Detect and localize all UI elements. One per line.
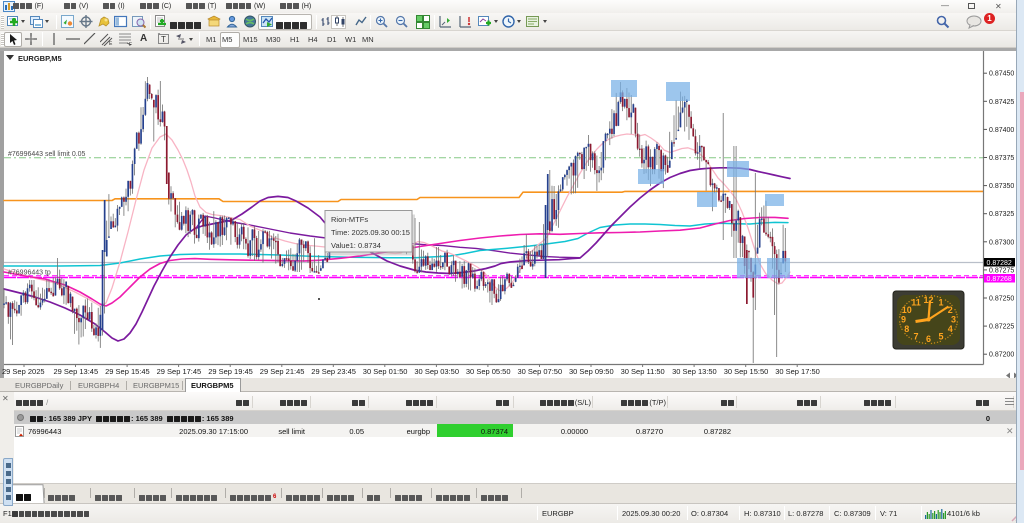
svg-text:12: 12	[923, 295, 933, 305]
svg-text:Rion-MTFs: Rion-MTFs	[331, 215, 368, 224]
svg-text:0.87375: 0.87375	[989, 155, 1014, 162]
svg-text:F: F	[129, 42, 132, 46]
svg-text:0.87282: 0.87282	[987, 260, 1012, 267]
svg-text:29 Sep 17:45: 29 Sep 17:45	[157, 367, 202, 376]
svg-text:30 Sep 01:50: 30 Sep 01:50	[363, 367, 408, 376]
svg-text:0.87400: 0.87400	[989, 127, 1014, 134]
svg-text:0.87225: 0.87225	[989, 324, 1014, 331]
svg-text:Value1: 0.8734: Value1: 0.8734	[331, 241, 381, 250]
svg-text:3: 3	[951, 315, 956, 325]
svg-text:T: T	[161, 35, 166, 44]
svg-text:0.87300: 0.87300	[989, 239, 1014, 246]
svg-text:29 Sep 21:45: 29 Sep 21:45	[260, 367, 305, 376]
svg-text:Time: 2025.09.30 00:15: Time: 2025.09.30 00:15	[331, 228, 410, 237]
svg-text:0.87250: 0.87250	[989, 296, 1014, 303]
svg-text:0.87350: 0.87350	[989, 183, 1014, 190]
svg-text:29 Sep 2025: 29 Sep 2025	[2, 367, 45, 376]
svg-text:8: 8	[904, 324, 909, 334]
svg-text:29 Sep 23:45: 29 Sep 23:45	[311, 367, 356, 376]
svg-text:#76996443 tp: #76996443 tp	[8, 270, 51, 277]
svg-text:29 Sep 13:45: 29 Sep 13:45	[54, 367, 99, 376]
svg-text:5: 5	[938, 331, 943, 341]
svg-text:30 Sep 03:50: 30 Sep 03:50	[414, 367, 459, 376]
svg-text:2: 2	[948, 305, 953, 315]
svg-text:30 Sep 05:50: 30 Sep 05:50	[466, 367, 511, 376]
svg-text:0.87325: 0.87325	[989, 211, 1014, 218]
svg-text:29 Sep 19:45: 29 Sep 19:45	[208, 367, 253, 376]
svg-text:30 Sep 17:50: 30 Sep 17:50	[775, 367, 820, 376]
svg-text:29 Sep 15:45: 29 Sep 15:45	[105, 367, 150, 376]
svg-text:6: 6	[926, 334, 931, 344]
svg-text:1: 1	[938, 298, 943, 308]
svg-text:0.87450: 0.87450	[989, 71, 1014, 78]
svg-text:#76996443 sell limit 0.05: #76996443 sell limit 0.05	[8, 151, 86, 158]
svg-text:11: 11	[911, 298, 921, 308]
svg-text:EURGBP,M5: EURGBP,M5	[18, 54, 62, 63]
svg-text:30 Sep 07:50: 30 Sep 07:50	[518, 367, 563, 376]
svg-text:4: 4	[948, 324, 953, 334]
svg-text:30 Sep 11:50: 30 Sep 11:50	[621, 367, 665, 376]
svg-text:7: 7	[913, 331, 918, 341]
svg-text:30 Sep 13:50: 30 Sep 13:50	[672, 367, 717, 376]
svg-text:30 Sep 15:50: 30 Sep 15:50	[724, 367, 769, 376]
svg-text:E: E	[109, 41, 113, 46]
svg-text:30 Sep 09:50: 30 Sep 09:50	[569, 367, 614, 376]
svg-text:0.87268: 0.87268	[987, 276, 1012, 283]
svg-text:0.87275: 0.87275	[989, 267, 1014, 274]
svg-text:0.87425: 0.87425	[989, 99, 1014, 106]
svg-text:9: 9	[901, 315, 906, 325]
svg-text:0.87200: 0.87200	[989, 352, 1014, 359]
